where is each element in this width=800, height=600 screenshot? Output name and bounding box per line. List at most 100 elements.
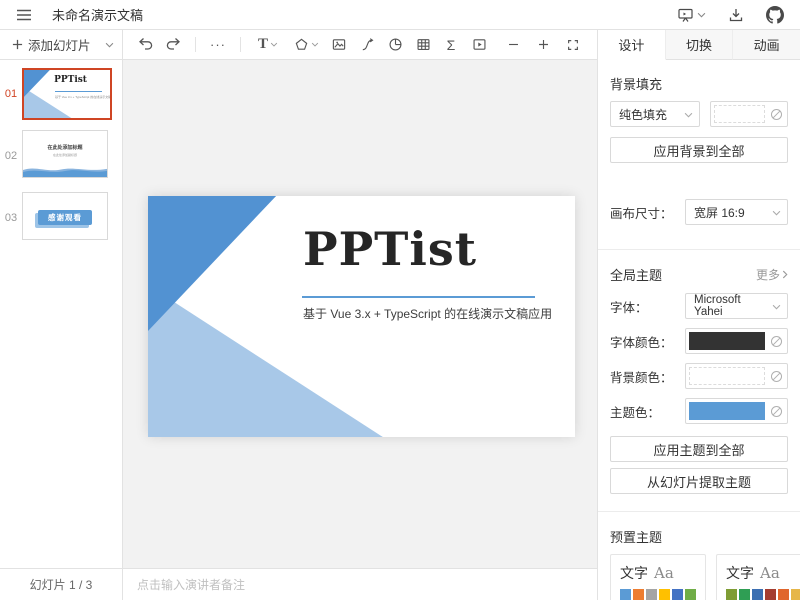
image-icon: [331, 37, 347, 52]
table-icon: [416, 37, 431, 52]
redo-button[interactable]: [161, 33, 185, 57]
zoom-controls: [501, 33, 585, 57]
bg-color-label: 背景颜色：: [610, 367, 673, 386]
plus-icon: [537, 38, 550, 51]
zoom-out-button[interactable]: [501, 33, 525, 57]
insert-chart-button[interactable]: [383, 33, 407, 57]
global-theme-label: 全局主题: [610, 265, 662, 284]
slide-title-text[interactable]: PPTist: [303, 222, 477, 276]
thumb-divider-line: [55, 91, 102, 92]
background-fill-row: 纯色填充: [610, 101, 788, 127]
tab-design[interactable]: 设计: [598, 30, 666, 60]
undo-button[interactable]: [133, 33, 157, 57]
preset-themes-label: 预置主题: [610, 527, 788, 546]
insert-shape-button[interactable]: [289, 33, 323, 57]
wave-shape: [23, 163, 108, 177]
theme-text-sample: 文字: [620, 563, 648, 583]
extract-theme-button[interactable]: 从幻灯片提取主题: [610, 468, 788, 494]
document-title[interactable]: 未命名演示文稿: [52, 5, 143, 24]
thumb-slide-title: 在此处添加标题: [23, 144, 107, 151]
slide-thumbnail-preview: 在此处添加标题 在此处添加副标题: [22, 130, 108, 178]
zoom-in-button[interactable]: [531, 33, 555, 57]
text-tool-icon: T: [258, 36, 268, 53]
chevron-down-icon: [697, 12, 706, 18]
insert-text-button[interactable]: T: [251, 33, 285, 57]
color-picker-icon[interactable]: [770, 405, 783, 418]
tab-animation[interactable]: 动画: [733, 30, 800, 60]
palette-swatch: [620, 589, 631, 600]
palette-swatch: [646, 589, 657, 600]
minus-icon: [507, 38, 520, 51]
shape-icon: [294, 37, 309, 52]
preset-theme-card-1[interactable]: 文字 Aa: [610, 554, 706, 600]
palette-swatch: [685, 589, 696, 600]
canvas-size-row: 画布尺寸： 宽屏 16:9: [610, 199, 788, 225]
main-menu-icon[interactable]: [14, 5, 34, 25]
more-tools-button[interactable]: ···: [206, 33, 230, 57]
chevron-right-icon: [782, 270, 788, 279]
topbar-actions: [677, 6, 784, 24]
toolbar-row: 添加幻灯片 ··· T: [0, 30, 800, 60]
palette-swatch: [752, 589, 763, 600]
current-slide[interactable]: PPTist 基于 Vue 3.x + TypeScript 的在线演示文稿应用: [148, 196, 575, 437]
tab-transition[interactable]: 切换: [666, 30, 734, 60]
add-slide-chevron-icon[interactable]: [105, 42, 114, 48]
github-link[interactable]: [766, 6, 784, 24]
pptist-app: 未命名演示文稿: [0, 0, 800, 600]
add-slide-button[interactable]: 添加幻灯片: [0, 30, 123, 60]
status-bar: 幻灯片 1 / 3 点击输入演讲者备注: [0, 568, 597, 600]
slide-thumbnail-3[interactable]: 感谢观看: [22, 192, 112, 244]
slide-divider-line[interactable]: [302, 296, 535, 298]
slide-thumbnail-1[interactable]: PPTist 基于 Vue 3.x + TypeScript 的在线演示文稿应用: [22, 68, 112, 120]
color-picker-icon[interactable]: [770, 370, 783, 383]
canvas-size-label: 画布尺寸：: [610, 203, 673, 222]
fill-type-select[interactable]: 纯色填充: [610, 101, 700, 127]
editor-canvas[interactable]: PPTist 基于 Vue 3.x + TypeScript 的在线演示文稿应用: [123, 60, 597, 568]
font-label: 字体：: [610, 297, 648, 316]
insert-table-button[interactable]: [411, 33, 435, 57]
font-family-select[interactable]: Microsoft Yahei: [685, 293, 788, 319]
slide-counter: 幻灯片 1 / 3: [0, 569, 123, 600]
toolbar-divider: [195, 37, 196, 52]
panel-divider: [598, 511, 800, 512]
more-label: 更多: [756, 266, 780, 283]
canvas-size-select[interactable]: 宽屏 16:9: [685, 199, 788, 225]
panel-divider: [598, 249, 800, 250]
theme-more-link[interactable]: 更多: [756, 266, 788, 283]
font-family-value: Microsoft Yahei: [694, 294, 769, 318]
theme-aa-sample: Aa: [760, 564, 780, 582]
insert-image-button[interactable]: [327, 33, 351, 57]
slide-thumbnail-2[interactable]: 在此处添加标题 在此处添加副标题: [22, 130, 112, 182]
download-icon: [728, 7, 744, 23]
bg-color-picker[interactable]: [685, 363, 788, 389]
preset-theme-grid: 文字 Aa 文字 Aa: [610, 554, 788, 600]
font-color-row: 字体颜色：: [610, 328, 788, 354]
speaker-notes-input[interactable]: 点击输入演讲者备注: [123, 569, 597, 600]
slide-thumbnail-panel: 01 PPTist 基于 Vue 3.x + TypeScript 的在线演示文…: [0, 60, 123, 568]
palette-swatch: [633, 589, 644, 600]
panel-tabs: 设计 切换 动画: [597, 30, 800, 60]
pie-chart-icon: [388, 37, 403, 52]
redo-icon: [165, 37, 182, 52]
color-picker-icon[interactable]: [770, 335, 783, 348]
theme-color-label: 主题色：: [610, 402, 660, 421]
preset-theme-card-2[interactable]: 文字 Aa: [716, 554, 800, 600]
font-color-picker[interactable]: [685, 328, 788, 354]
slide-number: 02: [0, 150, 22, 162]
background-color-picker[interactable]: [710, 101, 788, 127]
fit-screen-button[interactable]: [561, 33, 585, 57]
theme-color-picker[interactable]: [685, 398, 788, 424]
insert-media-button[interactable]: [467, 33, 491, 57]
present-button[interactable]: [677, 7, 706, 23]
slide-number: 01: [0, 88, 22, 100]
slide-subtitle-text[interactable]: 基于 Vue 3.x + TypeScript 的在线演示文稿应用: [303, 305, 552, 322]
apply-theme-to-all-button[interactable]: 应用主题到全部: [610, 436, 788, 462]
insert-formula-button[interactable]: Σ: [439, 33, 463, 57]
theme-color-row: 主题色：: [610, 398, 788, 424]
color-picker-icon[interactable]: [770, 108, 783, 121]
insert-line-button[interactable]: [355, 33, 379, 57]
chevron-down-icon: [311, 42, 319, 47]
export-button[interactable]: [728, 7, 744, 23]
chevron-down-icon: [772, 210, 781, 216]
apply-background-to-all-button[interactable]: 应用背景到全部: [610, 137, 788, 163]
